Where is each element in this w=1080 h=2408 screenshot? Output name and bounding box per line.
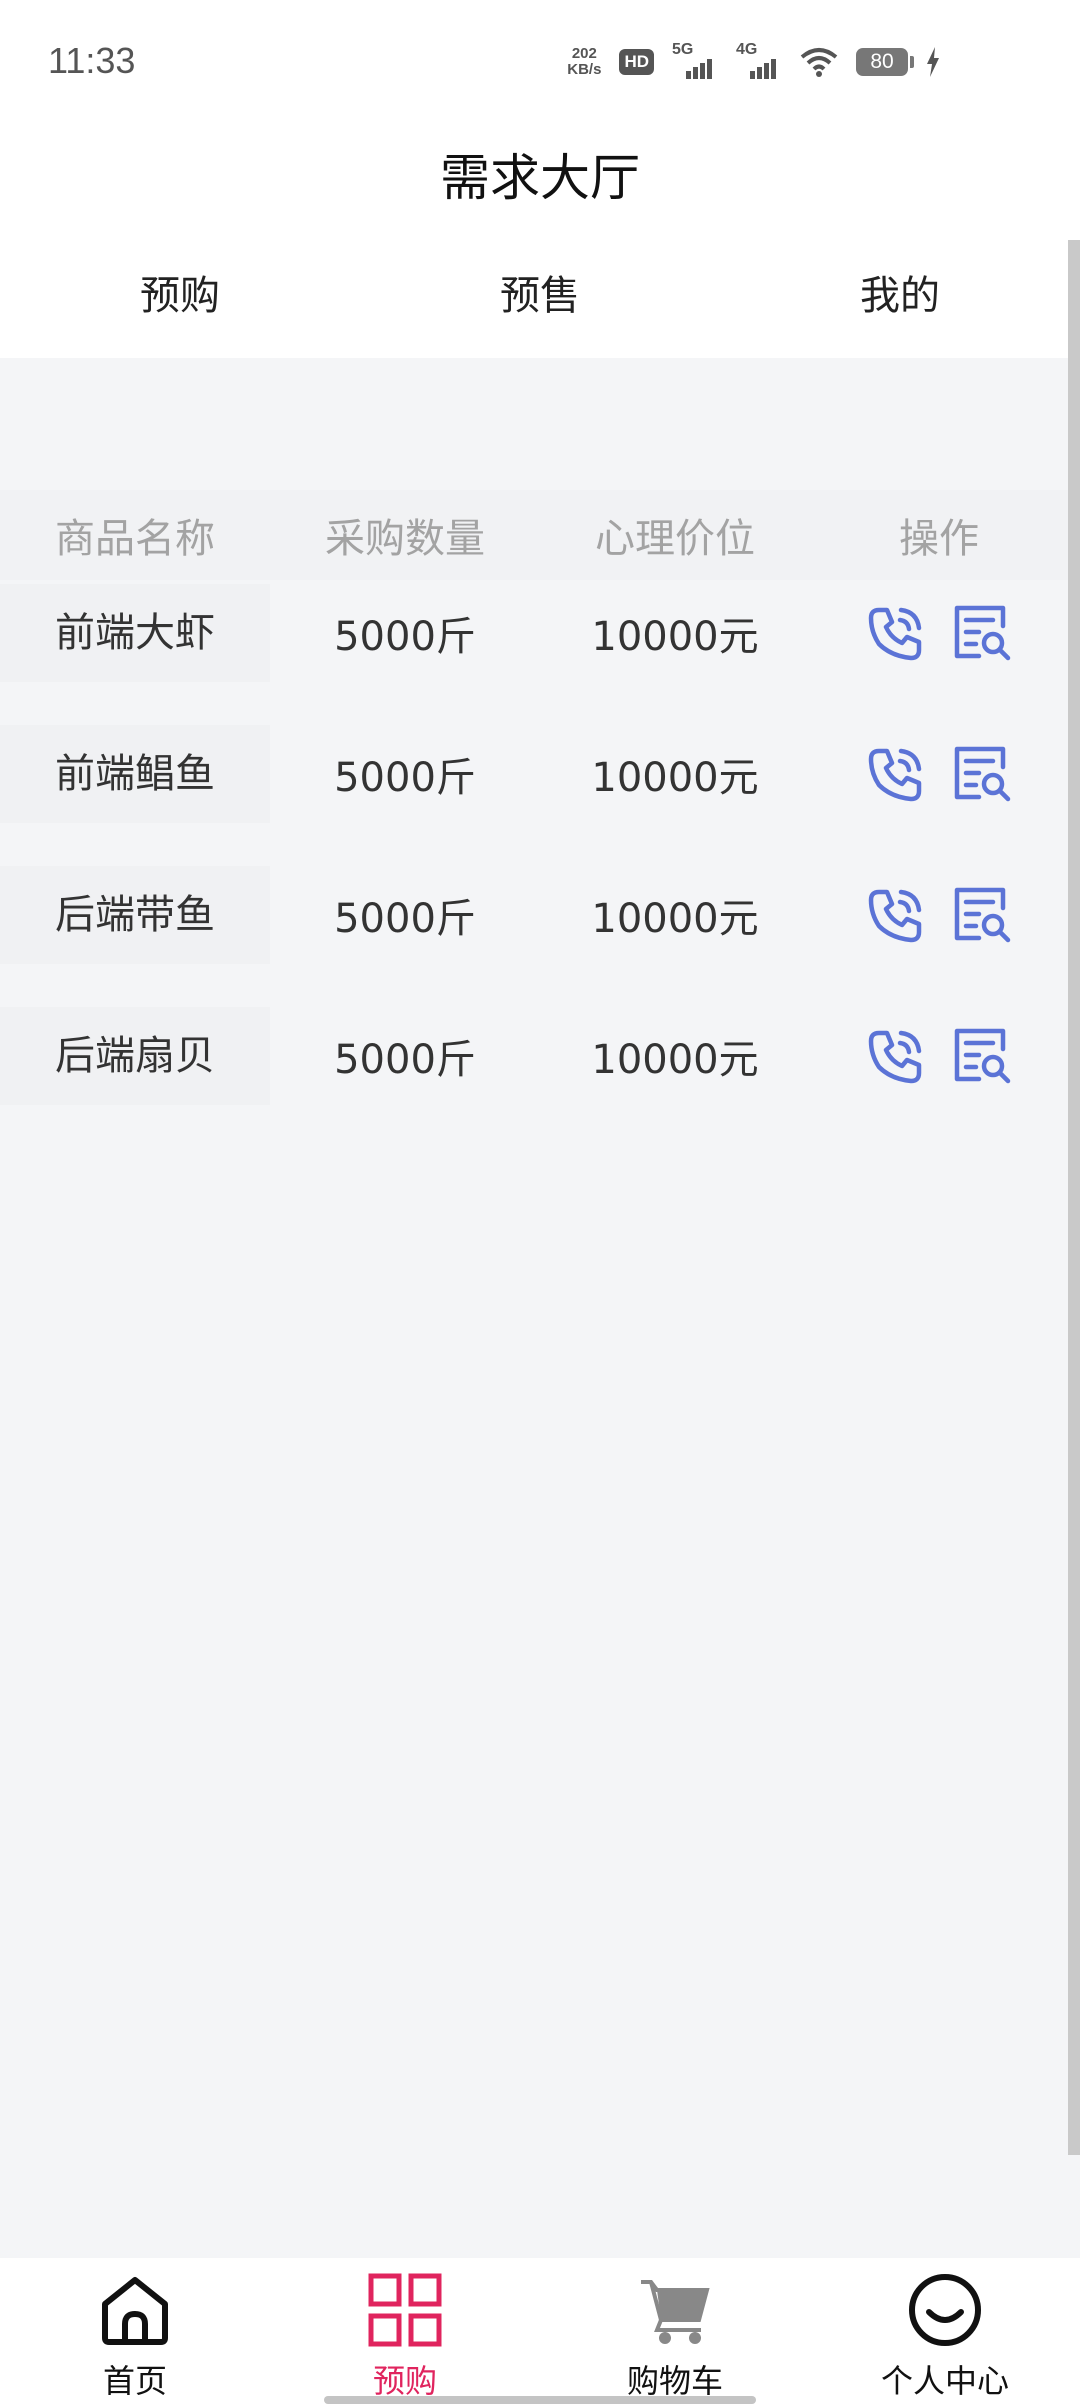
bottom-nav: 首页 预购 购物车 个人中心 xyxy=(0,2258,1080,2408)
hd-icon: HD xyxy=(619,49,654,75)
product-name: 后端扇贝 xyxy=(0,1007,270,1105)
purchase-quantity: 5000斤 xyxy=(334,1037,476,1083)
status-time: 11:33 xyxy=(48,40,136,81)
wifi-icon xyxy=(800,48,838,77)
purchase-quantity: 5000斤 xyxy=(334,614,476,660)
row-actions xyxy=(810,884,1068,946)
nav-label-profile: 个人中心 xyxy=(880,2362,1009,2400)
expected-price: 10000元 xyxy=(591,896,759,942)
table-row: 后端扇贝 5000斤 10000元 xyxy=(0,1007,1068,1105)
search-document-icon[interactable] xyxy=(951,602,1013,664)
network-speed: 202 KB/s xyxy=(567,45,602,78)
cart-icon xyxy=(641,2280,710,2344)
purchase-quantity: 5000斤 xyxy=(334,755,476,801)
table-row: 后端带鱼 5000斤 10000元 xyxy=(0,866,1068,964)
phone-call-icon[interactable] xyxy=(865,602,927,664)
nav-profile[interactable]: 个人中心 xyxy=(810,2258,1080,2408)
signal-5g-icon: 5G xyxy=(672,41,718,79)
phone-call-icon[interactable] xyxy=(865,884,927,946)
nav-preorder[interactable]: 预购 xyxy=(270,2258,540,2408)
tab-bar: 预购 预售 我的 xyxy=(0,234,1080,358)
nav-cart[interactable]: 购物车 xyxy=(540,2258,810,2408)
product-name: 前端鲳鱼 xyxy=(0,725,270,823)
table-row: 前端鲳鱼 5000斤 10000元 xyxy=(0,725,1068,823)
row-actions xyxy=(810,1025,1068,1087)
table-row: 前端大虾 5000斤 10000元 xyxy=(0,584,1068,682)
tab-preorder[interactable]: 预购 xyxy=(0,234,360,358)
charging-icon xyxy=(927,47,939,77)
expected-price: 10000元 xyxy=(591,755,759,801)
status-bar: 11:33 202 KB/s HD 5G 4G 80 xyxy=(0,0,1080,124)
tab-mine[interactable]: 我的 xyxy=(720,234,1080,358)
column-header-name: 商品名称 xyxy=(55,516,215,562)
column-header-actions: 操作 xyxy=(899,516,979,562)
phone-call-icon[interactable] xyxy=(865,1025,927,1087)
scrollbar[interactable] xyxy=(1068,240,1080,2155)
expected-price: 10000元 xyxy=(591,1037,759,1083)
product-name: 前端大虾 xyxy=(0,584,270,682)
nav-home[interactable]: 首页 xyxy=(0,2258,270,2408)
signal-4g-icon: 4G xyxy=(736,41,782,79)
row-actions xyxy=(810,602,1068,664)
purchase-quantity: 5000斤 xyxy=(334,896,476,942)
grid-icon xyxy=(368,2273,442,2347)
column-header-quantity: 采购数量 xyxy=(325,516,485,562)
search-document-icon[interactable] xyxy=(951,884,1013,946)
expected-price: 10000元 xyxy=(591,614,759,660)
battery-icon: 80 xyxy=(856,48,914,76)
status-icons: 202 KB/s HD 5G 4G 80 xyxy=(567,41,940,82)
row-actions xyxy=(810,743,1068,805)
smiley-icon xyxy=(909,2274,981,2346)
search-document-icon[interactable] xyxy=(951,743,1013,805)
search-document-icon[interactable] xyxy=(951,1025,1013,1087)
phone-call-icon[interactable] xyxy=(865,743,927,805)
tab-presale[interactable]: 预售 xyxy=(360,234,720,358)
nav-label-home: 首页 xyxy=(102,2362,167,2400)
product-name: 后端带鱼 xyxy=(0,866,270,964)
column-header-price: 心理价位 xyxy=(595,516,755,562)
table-header: 商品名称 采购数量 心理价位 操作 xyxy=(0,490,1068,580)
page-title: 需求大厅 xyxy=(440,149,640,207)
home-indicator[interactable] xyxy=(324,2396,756,2404)
home-icon xyxy=(102,2277,168,2345)
